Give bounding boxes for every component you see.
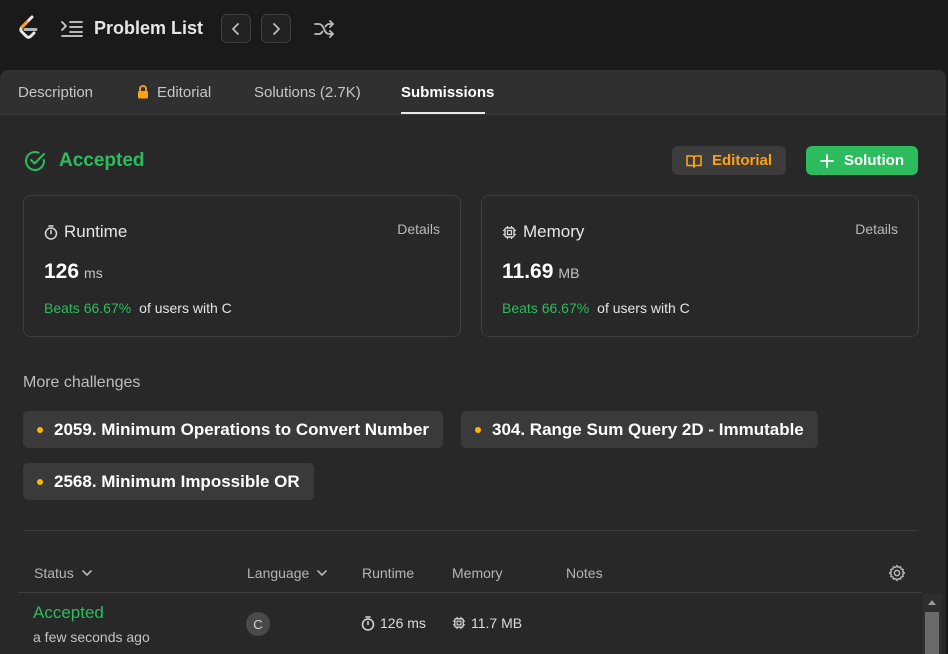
stopwatch-icon [361,615,375,631]
previous-problem-button[interactable] [221,14,251,43]
challenge-chip[interactable]: 304. Range Sum Query 2D - Immutable [461,411,818,448]
editorial-button-label: Editorial [711,152,772,169]
chevron-down-icon [81,570,92,576]
memory-beats-suffix: of users with C [597,300,690,316]
runtime-card[interactable]: Runtime Details 126 ms Beats 66.67% of use… [23,195,461,337]
submission-panel: Description Editorial Solutions (2.7K) S… [0,70,946,654]
next-problem-button[interactable] [261,14,291,43]
memory-chip-icon [452,616,466,630]
memory-card-title: Memory [523,222,585,241]
top-bar: Problem List [0,0,948,58]
runtime-card-header: Runtime [44,222,127,242]
gear-icon[interactable] [888,564,906,582]
leetcode-logo-icon[interactable] [16,15,42,41]
more-challenges-heading: More challenges [23,374,141,391]
language-column-header[interactable]: Language [247,565,328,581]
memory-card[interactable]: Memory Details 11.69 MB Beats 66.67% of us… [481,195,919,337]
chevron-right-icon [273,22,280,35]
tab-editorial-label: Editorial [157,84,212,101]
tab-solutions[interactable]: Solutions (2.7K) [254,84,361,101]
book-icon [686,154,702,168]
chevron-down-icon [317,570,328,576]
memory-beats-percent: Beats 66.67% [502,300,590,316]
notes-column-header: Notes [566,565,603,581]
challenge-title: 2568. Minimum Impossible OR [54,471,300,491]
plus-icon [820,153,834,168]
runtime-unit: ms [84,265,103,281]
result-status: Accepted [23,148,145,174]
section-divider [23,530,918,531]
challenge-chip[interactable]: 2568. Minimum Impossible OR [23,463,314,500]
runtime-beats-percent: Beats 66.67% [44,300,132,316]
challenge-title: 304. Range Sum Query 2D - Immutable [492,419,804,439]
table-scrollbar[interactable] [922,594,942,654]
accepted-title: Accepted [59,150,145,171]
memory-beats: Beats 66.67% of users with C [502,300,690,316]
memory-column-header: Memory [452,565,503,581]
memory-unit: MB [558,265,580,281]
challenge-title: 2059. Minimum Operations to Convert Numb… [54,419,430,439]
submission-memory-value: 11.7 MB [471,615,523,631]
scroll-up-arrow-icon[interactable] [928,600,936,605]
problem-list-icon[interactable] [60,19,84,39]
table-header-divider [18,592,922,593]
memory-card-header: Memory [502,222,584,242]
problem-list-link[interactable]: Problem List [94,18,203,39]
runtime-beats: Beats 66.67% of users with C [44,300,232,316]
post-solution-button[interactable]: Solution [806,146,918,175]
memory-details-link[interactable]: Details [855,221,898,237]
scroll-thumb[interactable] [925,612,939,654]
stopwatch-icon [44,224,58,240]
runtime-beats-suffix: of users with C [139,300,232,316]
active-tab-indicator [401,112,485,114]
language-badge: C [246,612,270,636]
memory-number: 11.69 [502,260,554,283]
runtime-value: 126 ms [44,260,103,284]
difficulty-dot [475,426,481,433]
submission-status-link[interactable]: Accepted [33,603,104,623]
runtime-details-link[interactable]: Details [397,221,440,237]
editorial-button[interactable]: Editorial [672,146,786,175]
difficulty-dot [37,478,43,485]
solution-button-label: Solution [844,152,904,169]
memory-value: 11.69 MB [502,260,579,284]
challenge-chip[interactable]: 2059. Minimum Operations to Convert Numb… [23,411,444,448]
status-header-label: Status [34,565,74,581]
submission-runtime-value: 126 ms [380,615,426,631]
submission-memory: 11.7 MB [452,615,522,631]
lock-icon [138,85,148,99]
tab-editorial[interactable]: Editorial [137,84,211,101]
tab-bar: Description Editorial Solutions (2.7K) S… [0,70,946,115]
submission-time: a few seconds ago [33,629,150,645]
runtime-column-header: Runtime [362,565,415,581]
shuffle-icon[interactable] [313,18,335,40]
tab-description[interactable]: Description [18,84,93,101]
check-circle-icon [25,151,45,171]
memory-chip-icon [503,225,516,239]
language-header-label: Language [247,565,310,581]
runtime-card-title: Runtime [64,222,128,241]
submission-runtime: 126 ms [361,615,426,631]
tab-submissions[interactable]: Submissions [401,84,494,101]
status-column-header[interactable]: Status [34,565,92,581]
difficulty-dot [37,426,43,433]
runtime-number: 126 [44,260,80,283]
chevron-left-icon [232,22,239,35]
